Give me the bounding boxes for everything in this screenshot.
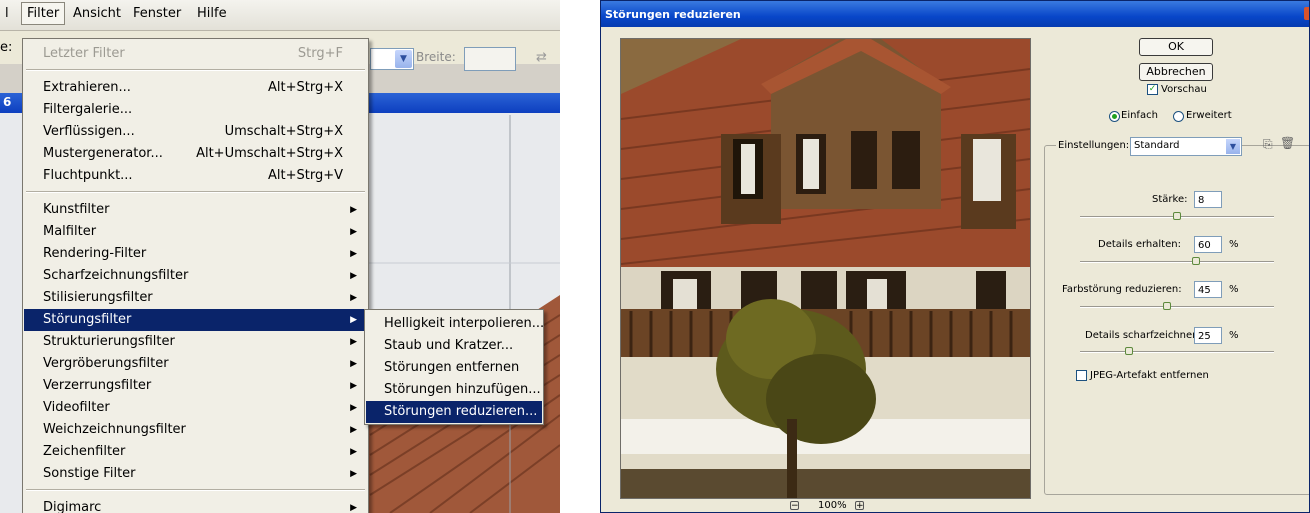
style-select[interactable]: ▼ — [370, 48, 414, 70]
submenu-add-noise[interactable]: Störungen hinzufügen... — [366, 379, 542, 401]
strength-label: Stärke: — [1152, 194, 1188, 205]
cancel-button[interactable]: Abbrechen — [1139, 63, 1213, 81]
menu-pattern-maker[interactable]: Mustergenerator... Alt+Umschalt+Strg+X — [24, 143, 367, 165]
filter-menu: Letzter Filter Strg+F Extrahieren... Alt… — [22, 38, 369, 513]
menu-blur[interactable]: Weichzeichnungsfilter ▶ — [24, 419, 367, 441]
close-icon[interactable] — [1304, 7, 1309, 20]
jpeg-artifact-checkbox[interactable] — [1076, 370, 1087, 381]
menu-brush-strokes[interactable]: Malfilter ▶ — [24, 221, 367, 243]
mode-simple-label: Einfach — [1121, 110, 1158, 121]
chevron-right-icon: ▶ — [350, 293, 357, 303]
color-noise-input[interactable]: 45 — [1194, 281, 1222, 298]
settings-select[interactable]: Standard ▼ — [1130, 137, 1242, 156]
swap-icon[interactable]: ⇄ — [536, 50, 547, 65]
submenu-reduce-noise[interactable]: Störungen reduzieren... — [366, 401, 542, 423]
sharpen-slider-thumb[interactable] — [1124, 347, 1133, 355]
strength-slider-thumb[interactable] — [1173, 212, 1181, 220]
menu-item-view[interactable]: Ansicht — [73, 6, 121, 21]
color-noise-percent: % — [1229, 284, 1239, 295]
settings-select-value: Standard — [1134, 140, 1180, 151]
details-percent: % — [1229, 239, 1239, 250]
menu-video[interactable]: Videofilter ▶ — [24, 397, 367, 419]
sharpen-label: Details scharfzeichnen: — [1085, 330, 1202, 341]
chevron-right-icon: ▶ — [350, 447, 357, 457]
chevron-down-icon[interactable]: ▼ — [395, 50, 412, 68]
chevron-right-icon: ▶ — [350, 249, 357, 259]
chevron-right-icon: ▶ — [350, 469, 357, 479]
menu-artistic[interactable]: Kunstfilter ▶ — [24, 199, 367, 221]
color-noise-slider-track[interactable] — [1080, 306, 1274, 308]
menu-liquify[interactable]: Verflüssigen... Umschalt+Strg+X — [24, 121, 367, 143]
noise-submenu: Helligkeit interpolieren... Staub und Kr… — [364, 309, 544, 425]
menu-noise[interactable]: Störungsfilter ▶ — [24, 309, 367, 331]
menu-vanishing-point[interactable]: Fluchtpunkt... Alt+Strg+V — [24, 165, 367, 187]
menu-sketch[interactable]: Zeichenfilter ▶ — [24, 441, 367, 463]
details-slider-track[interactable] — [1080, 261, 1274, 263]
chevron-right-icon: ▶ — [350, 403, 357, 413]
chevron-right-icon: ▶ — [350, 205, 357, 215]
submenu-dust-scratches[interactable]: Staub und Kratzer... — [366, 335, 542, 357]
zoom-out-icon[interactable]: − — [790, 501, 799, 511]
photoshop-window: l Filter Ansicht Fenster Hilfe e: ▼ Brei… — [0, 0, 560, 513]
document-title-fragment: 6 — [3, 95, 12, 109]
menu-filter-gallery[interactable]: Filtergalerie... — [24, 99, 367, 121]
menu-digimarc[interactable]: Digimarc ▶ — [24, 497, 367, 513]
width-input[interactable] — [464, 47, 516, 71]
dialog-title-bar: Störungen reduzieren — [601, 1, 1309, 27]
menu-render[interactable]: Rendering-Filter ▶ — [24, 243, 367, 265]
details-input[interactable]: 60 — [1194, 236, 1222, 253]
menu-extract[interactable]: Extrahieren... Alt+Strg+X — [24, 77, 367, 99]
menu-item-prev[interactable]: l — [5, 6, 9, 21]
menu-sharpen[interactable]: Scharfzeichnungsfilter ▶ — [24, 265, 367, 287]
details-label: Details erhalten: — [1098, 239, 1181, 250]
jpeg-artifact-label: JPEG-Artefakt entfernen — [1090, 370, 1209, 381]
menu-stylize[interactable]: Stilisierungsfilter ▶ — [24, 287, 367, 309]
menu-item-filter[interactable]: Filter — [21, 2, 66, 25]
width-label: Breite: — [416, 50, 456, 64]
settings-label: Einstellungen: — [1056, 140, 1132, 151]
zoom-in-icon[interactable]: + — [855, 501, 864, 511]
menu-pixelate[interactable]: Vergröberungsfilter ▶ — [24, 353, 367, 375]
chevron-right-icon: ▶ — [350, 315, 357, 325]
chevron-right-icon: ▶ — [350, 503, 357, 513]
chevron-right-icon: ▶ — [350, 227, 357, 237]
sharpen-input[interactable]: 25 — [1194, 327, 1222, 344]
sharpen-percent: % — [1229, 330, 1239, 341]
preview-label: Vorschau — [1161, 84, 1207, 95]
zoom-level: 100% — [818, 500, 847, 511]
mode-simple-radio[interactable] — [1109, 111, 1120, 122]
color-noise-label: Farbstörung reduzieren: — [1062, 284, 1182, 295]
options-cut-label: e: — [0, 40, 13, 55]
details-slider-thumb[interactable] — [1192, 257, 1201, 265]
sharpen-slider-track[interactable] — [1080, 351, 1274, 353]
menu-item-help[interactable]: Hilfe — [197, 6, 227, 21]
menu-last-filter[interactable]: Letzter Filter Strg+F — [24, 43, 367, 65]
menu-distort[interactable]: Verzerrungsfilter ▶ — [24, 375, 367, 397]
chevron-right-icon: ▶ — [350, 337, 357, 347]
preview-checkbox[interactable]: ✓ — [1147, 84, 1158, 95]
chevron-right-icon: ▶ — [350, 271, 357, 281]
dialog-title: Störungen reduzieren — [605, 8, 741, 21]
strength-input[interactable]: 8 — [1194, 191, 1222, 208]
preview-image[interactable] — [620, 38, 1031, 499]
ok-button[interactable]: OK — [1139, 38, 1213, 56]
submenu-median[interactable]: Helligkeit interpolieren... — [366, 313, 544, 335]
menu-texture[interactable]: Strukturierungsfilter ▶ — [24, 331, 367, 353]
trash-icon[interactable]: 🗑 — [1280, 136, 1295, 150]
color-noise-slider-thumb[interactable] — [1163, 302, 1172, 310]
mode-advanced-label: Erweitert — [1186, 110, 1232, 121]
submenu-despeckle[interactable]: Störungen entfernen — [366, 357, 542, 379]
save-settings-icon[interactable]: ⎘ — [1263, 137, 1273, 152]
chevron-right-icon: ▶ — [350, 381, 357, 391]
menu-other[interactable]: Sonstige Filter ▶ — [24, 463, 367, 485]
chevron-right-icon: ▶ — [350, 359, 357, 369]
menu-item-window[interactable]: Fenster — [133, 6, 181, 21]
chevron-down-icon[interactable]: ▼ — [1226, 139, 1240, 154]
chevron-right-icon: ▶ — [350, 425, 357, 435]
reduce-noise-dialog: Störungen reduzieren − 100% + OK Abbrech… — [600, 0, 1310, 513]
mode-advanced-radio[interactable] — [1173, 111, 1184, 122]
menu-bar: l Filter Ansicht Fenster Hilfe — [0, 0, 560, 31]
